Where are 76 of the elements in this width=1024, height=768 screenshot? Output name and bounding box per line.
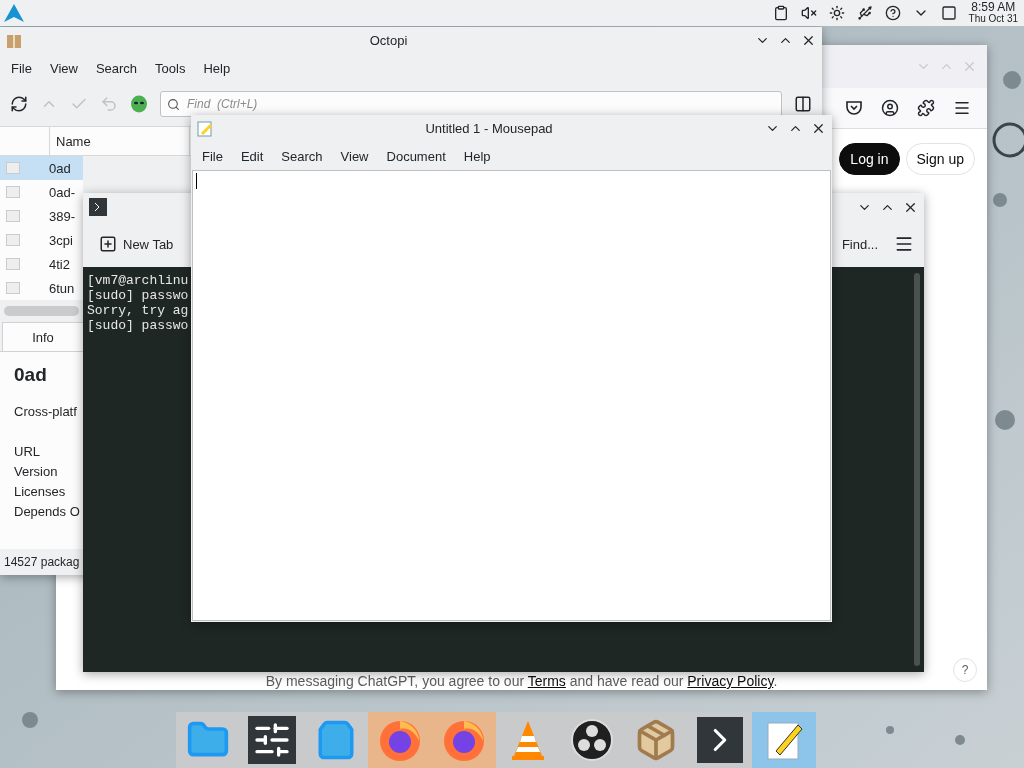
desktop-icon[interactable] <box>940 5 957 21</box>
package-row[interactable]: 0ad- <box>0 180 83 204</box>
app-icon <box>6 32 22 49</box>
account-icon[interactable] <box>881 99 899 117</box>
signup-button[interactable]: Sign up <box>905 143 975 175</box>
help-button[interactable]: ? <box>953 658 977 682</box>
terminal-line: [sudo] passwo <box>87 318 189 333</box>
package-description: Cross-platf <box>14 403 78 421</box>
pocket-icon[interactable] <box>845 99 863 117</box>
mute-icon[interactable] <box>800 5 817 21</box>
water-drop <box>955 735 965 745</box>
menu-item[interactable]: Tools <box>146 60 195 76</box>
package-row[interactable]: 4ti2 <box>0 252 83 276</box>
water-drop <box>1003 71 1021 89</box>
status-text: 14527 packag <box>4 554 80 571</box>
new-tab-button[interactable]: New Tab <box>93 231 180 257</box>
menu-item[interactable]: Document <box>377 148 455 164</box>
terminal-icon <box>89 198 107 216</box>
text-cursor <box>196 173 197 189</box>
window-title: Octopi <box>368 33 409 48</box>
menu-item[interactable]: File <box>193 148 232 164</box>
window-title: Untitled 1 - Mousepad <box>424 121 554 136</box>
field-label: Depends O <box>14 503 81 521</box>
menu-icon[interactable] <box>953 99 971 117</box>
terminal-line: [vm7@archlinu <box>87 273 189 288</box>
close-button[interactable] <box>801 33 816 48</box>
menu-icon[interactable] <box>894 234 914 254</box>
menu-item[interactable]: File <box>2 60 41 76</box>
package-row[interactable]: 0ad <box>0 156 83 180</box>
package-row[interactable]: 6tun <box>0 276 83 300</box>
clock[interactable]: 8:59 AM Thu Oct 31 <box>968 2 1018 24</box>
search-icon <box>167 98 180 111</box>
field-label: Licenses <box>14 483 67 501</box>
water-drop <box>992 122 1024 158</box>
refresh-icon[interactable] <box>10 95 28 113</box>
close-button[interactable] <box>811 121 826 136</box>
obs-icon <box>570 718 614 762</box>
find-button[interactable]: Find... <box>835 232 884 256</box>
arch-logo-icon[interactable] <box>4 4 24 22</box>
clipboard-icon[interactable] <box>772 5 789 21</box>
search-field[interactable]: Find (Ctrl+L) <box>160 91 782 117</box>
terminal-line: Sorry, try ag <box>87 303 189 318</box>
info-tab[interactable]: Info <box>2 322 84 351</box>
alien-icon[interactable] <box>130 95 148 113</box>
water-drop <box>22 712 38 728</box>
sliders-icon <box>248 716 296 764</box>
scrollbar[interactable] <box>914 273 920 666</box>
water-drop <box>995 410 1015 430</box>
new-tab-icon <box>99 235 117 253</box>
menu-item[interactable]: Help <box>194 60 240 76</box>
terminal-line: [sudo] passwo <box>87 288 189 303</box>
water-drop <box>993 193 1007 207</box>
usb-icon[interactable] <box>856 5 873 21</box>
notepad-icon <box>197 120 213 137</box>
water-drop <box>886 726 894 734</box>
field-label: URL <box>14 443 41 461</box>
menu-item[interactable]: Edit <box>231 148 273 164</box>
login-button[interactable]: Log in <box>839 143 900 175</box>
view-toggle-icon[interactable] <box>794 95 812 113</box>
package-row[interactable]: 389- <box>0 204 83 228</box>
terms-notice: By messaging ChatGPT, you agree to our Terms and have read our Privacy Policy. <box>265 673 778 689</box>
menu-item[interactable]: Search <box>272 148 332 164</box>
field-label: Version <box>14 463 59 481</box>
package-title: 0ad <box>14 364 48 386</box>
column-header[interactable]: Name <box>50 127 190 155</box>
menu-item[interactable]: View <box>331 148 378 164</box>
menu-item[interactable]: View <box>40 60 87 76</box>
menu-item[interactable]: Search <box>86 60 147 76</box>
extensions-icon[interactable] <box>917 99 935 117</box>
help-icon[interactable] <box>884 5 901 21</box>
terminal-icon <box>697 717 743 763</box>
terms-link[interactable]: Terms <box>527 673 566 689</box>
menu-item[interactable]: Help <box>454 148 500 164</box>
brightness-icon[interactable] <box>828 5 845 21</box>
scrollbar[interactable] <box>4 306 79 316</box>
package-row[interactable]: 3cpi <box>0 228 83 252</box>
